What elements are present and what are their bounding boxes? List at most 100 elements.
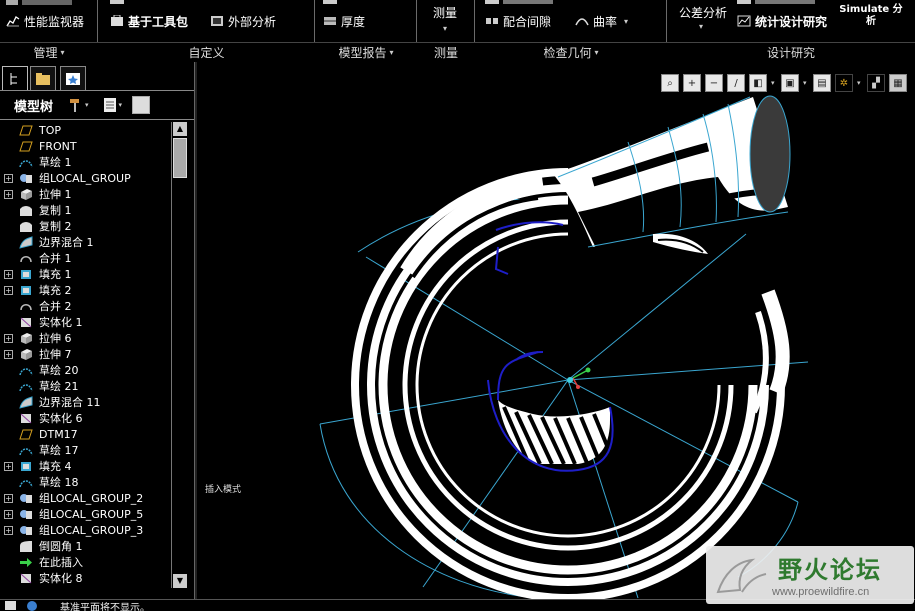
- tree-item[interactable]: 复制 1: [0, 202, 172, 218]
- expand-toggle-icon[interactable]: +: [4, 509, 13, 519]
- datum-plane-icon: [19, 428, 33, 441]
- measure-dropdown-caret-icon[interactable]: ▾: [443, 24, 447, 33]
- tree-item[interactable]: 在此插入: [0, 554, 172, 570]
- tree-item[interactable]: 草绘 1: [0, 154, 172, 170]
- tab-folder-browser[interactable]: [30, 66, 56, 90]
- tree-item-label: 实体化 1: [39, 316, 83, 329]
- expand-toggle-icon[interactable]: +: [4, 269, 13, 279]
- tree-item[interactable]: + 组LOCAL_GROUP_3: [0, 522, 172, 538]
- tree-item[interactable]: 草绘 18: [0, 474, 172, 490]
- tree-item[interactable]: 草绘 20: [0, 362, 172, 378]
- watermark-title: 野火论坛: [778, 555, 882, 584]
- performance-monitor-button[interactable]: 性能监视器: [6, 13, 84, 29]
- curvature-button[interactable]: 曲率 ▾: [575, 13, 628, 29]
- tree-item[interactable]: 实体化 6: [0, 410, 172, 426]
- tree-item[interactable]: + 组LOCAL_GROUP_2: [0, 490, 172, 506]
- tab-favorites[interactable]: [60, 66, 86, 90]
- scroll-down-arrow-icon[interactable]: ▼: [173, 574, 187, 588]
- tolerance-analysis-button[interactable]: 公差分析: [679, 4, 727, 20]
- tree-item-label: 拉伸 6: [39, 332, 72, 345]
- tree-item-label: 组LOCAL_GROUP_5: [39, 508, 144, 521]
- expand-toggle-icon[interactable]: +: [4, 333, 13, 343]
- tree-item[interactable]: + 填充 1: [0, 266, 172, 282]
- group-label-model-report[interactable]: 模型报告 ▾: [315, 42, 417, 62]
- extrude-icon: [19, 188, 33, 201]
- scroll-thumb[interactable]: [173, 138, 187, 178]
- sketch-icon: [19, 380, 33, 393]
- model-viewport[interactable]: [198, 62, 915, 599]
- sketch-icon: [19, 156, 33, 169]
- tree-item[interactable]: 实体化 1: [0, 314, 172, 330]
- tree-item[interactable]: FRONT: [0, 138, 172, 154]
- panel-splitter[interactable]: [194, 62, 197, 599]
- tree-item[interactable]: + 拉伸 1: [0, 186, 172, 202]
- tree-item[interactable]: 草绘 21: [0, 378, 172, 394]
- measure-button[interactable]: 测量: [433, 4, 457, 20]
- tree-item-label: 组LOCAL_GROUP_2: [39, 492, 144, 505]
- tree-item[interactable]: + 组LOCAL_GROUP: [0, 170, 172, 186]
- tree-item[interactable]: + 拉伸 7: [0, 346, 172, 362]
- tree-item[interactable]: + 填充 4: [0, 458, 172, 474]
- expand-toggle-icon[interactable]: +: [4, 493, 13, 503]
- tree-scrollbar[interactable]: ▲ ▼: [171, 122, 187, 588]
- tree-item-label: 草绘 17: [39, 444, 79, 457]
- tree-item[interactable]: 合并 1: [0, 250, 172, 266]
- scroll-up-arrow-icon[interactable]: ▲: [173, 122, 187, 136]
- curvature-dropdown-caret-icon[interactable]: ▾: [624, 17, 628, 26]
- tree-item[interactable]: 合并 2: [0, 298, 172, 314]
- tree-item[interactable]: DTM17: [0, 426, 172, 442]
- globe-icon[interactable]: [24, 600, 40, 611]
- ribbon-group-custom: 基于工具包 外部分析: [98, 0, 315, 42]
- group-label-measure: 测量: [417, 42, 475, 62]
- expand-toggle-icon[interactable]: +: [4, 285, 13, 295]
- tree-item-label: 实体化 6: [39, 412, 83, 425]
- expand-toggle-icon[interactable]: +: [4, 525, 13, 535]
- expand-toggle-icon[interactable]: +: [4, 349, 13, 359]
- ribbon-partial-button-2[interactable]: [323, 0, 337, 8]
- show-caret-icon[interactable]: ▾: [119, 101, 123, 109]
- ribbon-partial-button-4[interactable]: [737, 0, 815, 8]
- toolkit-button[interactable]: 基于工具包: [110, 13, 188, 29]
- tree-item[interactable]: 实体化 8: [0, 570, 172, 586]
- statistical-design-button[interactable]: 统计设计研究: [737, 13, 827, 29]
- ribbon-partial-top-button[interactable]: [6, 0, 72, 8]
- ribbon-partial-button-3[interactable]: [485, 0, 553, 8]
- expand-toggle-icon[interactable]: +: [4, 189, 13, 199]
- ribbon-partial-button[interactable]: [110, 0, 124, 8]
- tree-item-label: 草绘 18: [39, 476, 79, 489]
- tolerance-dropdown-caret-icon[interactable]: ▾: [699, 22, 703, 31]
- merge-icon: [19, 300, 33, 313]
- external-analysis-icon: [211, 16, 223, 26]
- message-log-icon[interactable]: [4, 600, 18, 611]
- tree-item[interactable]: 倒圆角 1: [0, 538, 172, 554]
- settings-hammer-icon[interactable]: [67, 97, 83, 113]
- tree-item[interactable]: 草绘 17: [0, 442, 172, 458]
- tree-item[interactable]: 边界混合 1: [0, 234, 172, 250]
- tab-model-tree[interactable]: [2, 66, 28, 90]
- tree-item[interactable]: TOP: [0, 122, 172, 138]
- tree-item[interactable]: 复制 2: [0, 218, 172, 234]
- expand-toggle-icon[interactable]: +: [4, 461, 13, 471]
- performance-monitor-icon: [6, 16, 20, 27]
- model-tree-panel: 模型树 ▾ ▾ TOP FRONT 草绘 1 + 组LOCAL_GROUP + 拉伸 1 复制…: [0, 62, 196, 599]
- show-list-icon[interactable]: [103, 97, 117, 113]
- graphics-window[interactable]: ⌕ + − / ◧ ▾ ▣ ▾ ▤ ✲ ▾ ▞ ▦ 插入模式: [198, 62, 915, 599]
- tree-item[interactable]: + 组LOCAL_GROUP_5: [0, 506, 172, 522]
- simulate-analysis-button[interactable]: Simulate 分析: [835, 4, 907, 28]
- group-label-check-geometry[interactable]: 检查几何 ▾: [475, 42, 667, 62]
- curvature-icon: [575, 18, 589, 26]
- volute-casing: [351, 168, 790, 599]
- expand-toggle-icon[interactable]: +: [4, 173, 13, 183]
- group-label-manage[interactable]: 管理 ▾: [0, 42, 98, 62]
- ribbon: 性能监视器 基于工具包 外部分析 厚度 测量 ▾ 配合间隙 曲率 ▾ 公差分析 …: [0, 0, 915, 62]
- tree-item[interactable]: + 拉伸 6: [0, 330, 172, 346]
- tree-item[interactable]: 边界混合 11: [0, 394, 172, 410]
- group-label-custom: 自定义: [98, 42, 315, 62]
- settings-caret-icon[interactable]: ▾: [85, 101, 89, 109]
- external-analysis-button[interactable]: 外部分析: [210, 13, 276, 29]
- clearance-button[interactable]: 配合间隙: [485, 13, 551, 29]
- thickness-button[interactable]: 厚度: [323, 13, 365, 29]
- tree-item-label: FRONT: [39, 139, 77, 153]
- tree-item[interactable]: + 填充 2: [0, 282, 172, 298]
- panel-options-icon[interactable]: [132, 96, 151, 114]
